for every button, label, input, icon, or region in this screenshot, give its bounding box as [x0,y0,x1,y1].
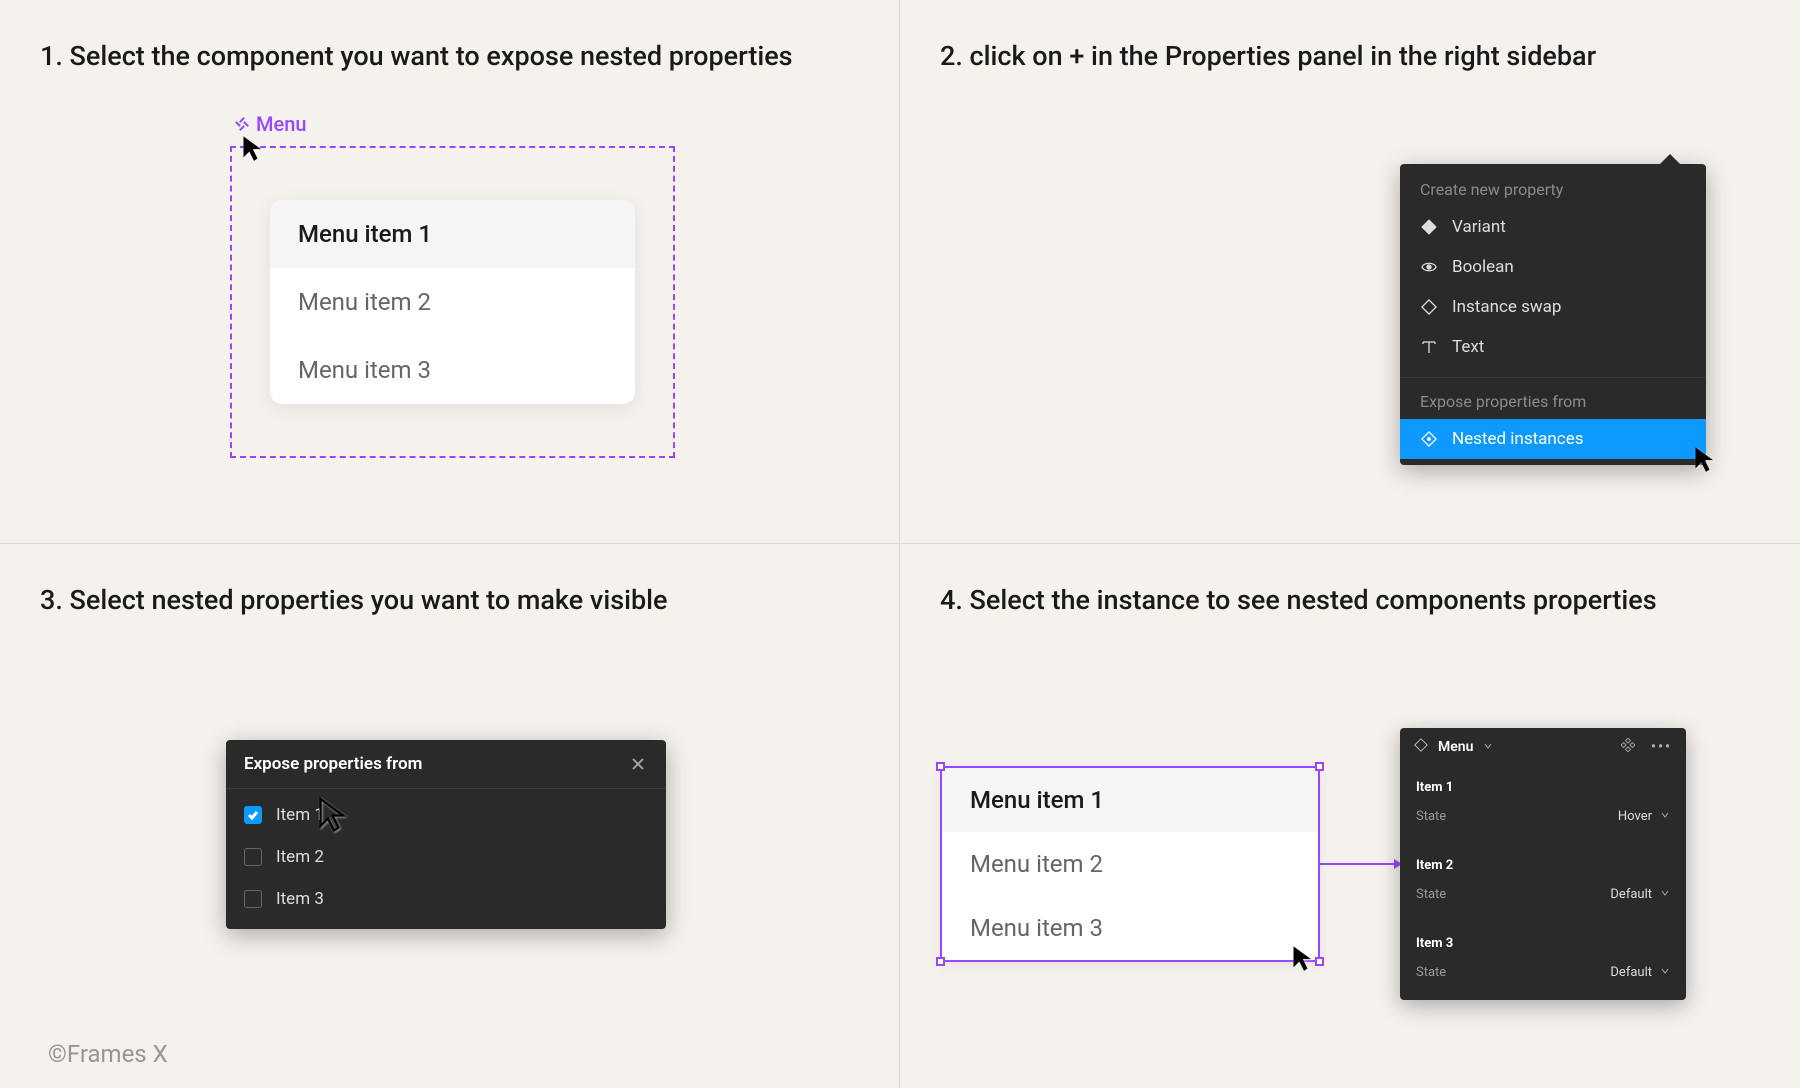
ctx-item-label: Text [1452,337,1484,357]
component-selection: Menu Menu item 1 Menu item 2 Menu item 3 [230,112,675,458]
step-3-title: 3. Select nested properties you want to … [40,584,859,616]
instance-selection[interactable]: Menu item 1 Menu item 2 Menu item 3 [940,766,1320,962]
props-row[interactable]: State Hover [1416,805,1670,830]
step-1: 1. Select the component you want to expo… [0,0,900,544]
props-row[interactable]: State Default [1416,961,1670,986]
props-section-title: Item 1 [1416,774,1670,805]
ctx-boolean[interactable]: Boolean [1400,247,1706,287]
ctx-text[interactable]: Text [1400,327,1706,367]
component-label: Menu [234,112,306,136]
component-label-text: Menu [256,112,306,136]
expose-title: Expose properties from [244,754,422,774]
selection-frame[interactable]: Menu item 1 Menu item 2 Menu item 3 [230,146,675,458]
step-4: 4. Select the instance to see nested com… [900,544,1800,1088]
ctx-nested-instances[interactable]: Nested instances [1400,419,1706,459]
props-title: Menu [1438,739,1473,755]
ctx-instance-swap[interactable]: Instance swap [1400,287,1706,327]
nested-icon [1420,430,1438,448]
close-icon [630,756,646,772]
props-header-actions: ••• [1621,738,1672,756]
props-row[interactable]: State Default [1416,883,1670,908]
checkbox-checked[interactable] [244,806,262,824]
component-icon [234,116,250,132]
expose-item-label: Item 2 [276,847,324,867]
diamond-outline-icon [1414,738,1428,756]
menu-item[interactable]: Menu item 3 [270,336,635,404]
props-title-block[interactable]: Menu [1414,738,1493,756]
footer-credit: ©Frames X [48,1040,168,1068]
checkbox-unchecked[interactable] [244,848,262,866]
diamond-outline-icon [1420,298,1438,316]
step-2-title: 2. click on + in the Properties panel in… [940,40,1760,72]
cursor-icon [240,134,268,162]
props-section-title: Item 3 [1416,930,1670,961]
expose-item[interactable]: Item 1 [244,805,648,825]
props-section: Item 1 State Hover [1400,766,1686,844]
context-menu: Create new property Variant Boolean Inst… [1400,164,1706,465]
ctx-variant[interactable]: Variant [1400,207,1706,247]
close-button[interactable] [628,754,648,774]
cursor-icon [1290,944,1318,972]
props-row-value[interactable]: Default [1610,965,1670,980]
cursor-icon [316,796,352,832]
props-row-label: State [1416,809,1446,824]
expose-item-label: Item 3 [276,889,324,909]
props-row-label: State [1416,887,1446,902]
tutorial-grid: 1. Select the component you want to expo… [0,0,1800,1088]
component-icon[interactable] [1621,738,1635,756]
menu-item[interactable]: Menu item 1 [270,200,635,268]
properties-header: Menu ••• [1400,728,1686,766]
expose-list: Item 1 Item 2 Item 3 [226,789,666,929]
ctx-item-label: Boolean [1452,257,1514,277]
props-row-value[interactable]: Default [1610,887,1670,902]
props-row-value[interactable]: Hover [1618,809,1670,824]
menu-caret-icon [1660,154,1680,164]
menu-item[interactable]: Menu item 2 [942,832,1318,896]
eye-icon [1420,258,1438,276]
expose-item[interactable]: Item 2 [244,847,648,867]
step-3: 3. Select nested properties you want to … [0,544,900,1088]
menu-item[interactable]: Menu item 2 [270,268,635,336]
props-section: Item 2 State Default [1400,844,1686,922]
ctx-item-label: Nested instances [1452,429,1583,449]
props-row-label: State [1416,965,1446,980]
chevron-down-icon [1660,965,1670,980]
chevron-down-icon [1660,809,1670,824]
menu-card: Menu item 1 Menu item 2 Menu item 3 [270,200,635,404]
resize-handle[interactable] [936,762,945,771]
expose-header: Expose properties from [226,740,666,789]
expose-panel: Expose properties from Item 1 Item 2 Ite… [226,740,666,929]
step-4-title: 4. Select the instance to see nested com… [940,584,1760,616]
more-icon[interactable]: ••• [1651,739,1672,755]
ctx-item-label: Variant [1452,217,1506,237]
cursor-icon [1692,445,1720,473]
resize-handle[interactable] [936,957,945,966]
resize-handle[interactable] [1315,762,1324,771]
arrow-icon [1320,856,1402,872]
menu-item[interactable]: Menu item 3 [942,896,1318,960]
text-icon [1420,338,1438,356]
checkbox-unchecked[interactable] [244,890,262,908]
props-section: Item 3 State Default [1400,922,1686,1000]
menu-item[interactable]: Menu item 1 [942,768,1318,832]
expose-item[interactable]: Item 3 [244,889,648,909]
chevron-down-icon [1483,739,1493,755]
diamond-solid-icon [1420,218,1438,236]
step-2: 2. click on + in the Properties panel in… [900,0,1800,544]
chevron-down-icon [1660,887,1670,902]
ctx-header: Create new property [1400,164,1706,207]
props-section-title: Item 2 [1416,852,1670,883]
ctx-item-label: Instance swap [1452,297,1561,317]
ctx-subheader: Expose properties from [1400,378,1706,419]
properties-panel: Menu ••• Item 1 State Hover [1400,728,1686,1000]
step-1-title: 1. Select the component you want to expo… [40,40,859,72]
